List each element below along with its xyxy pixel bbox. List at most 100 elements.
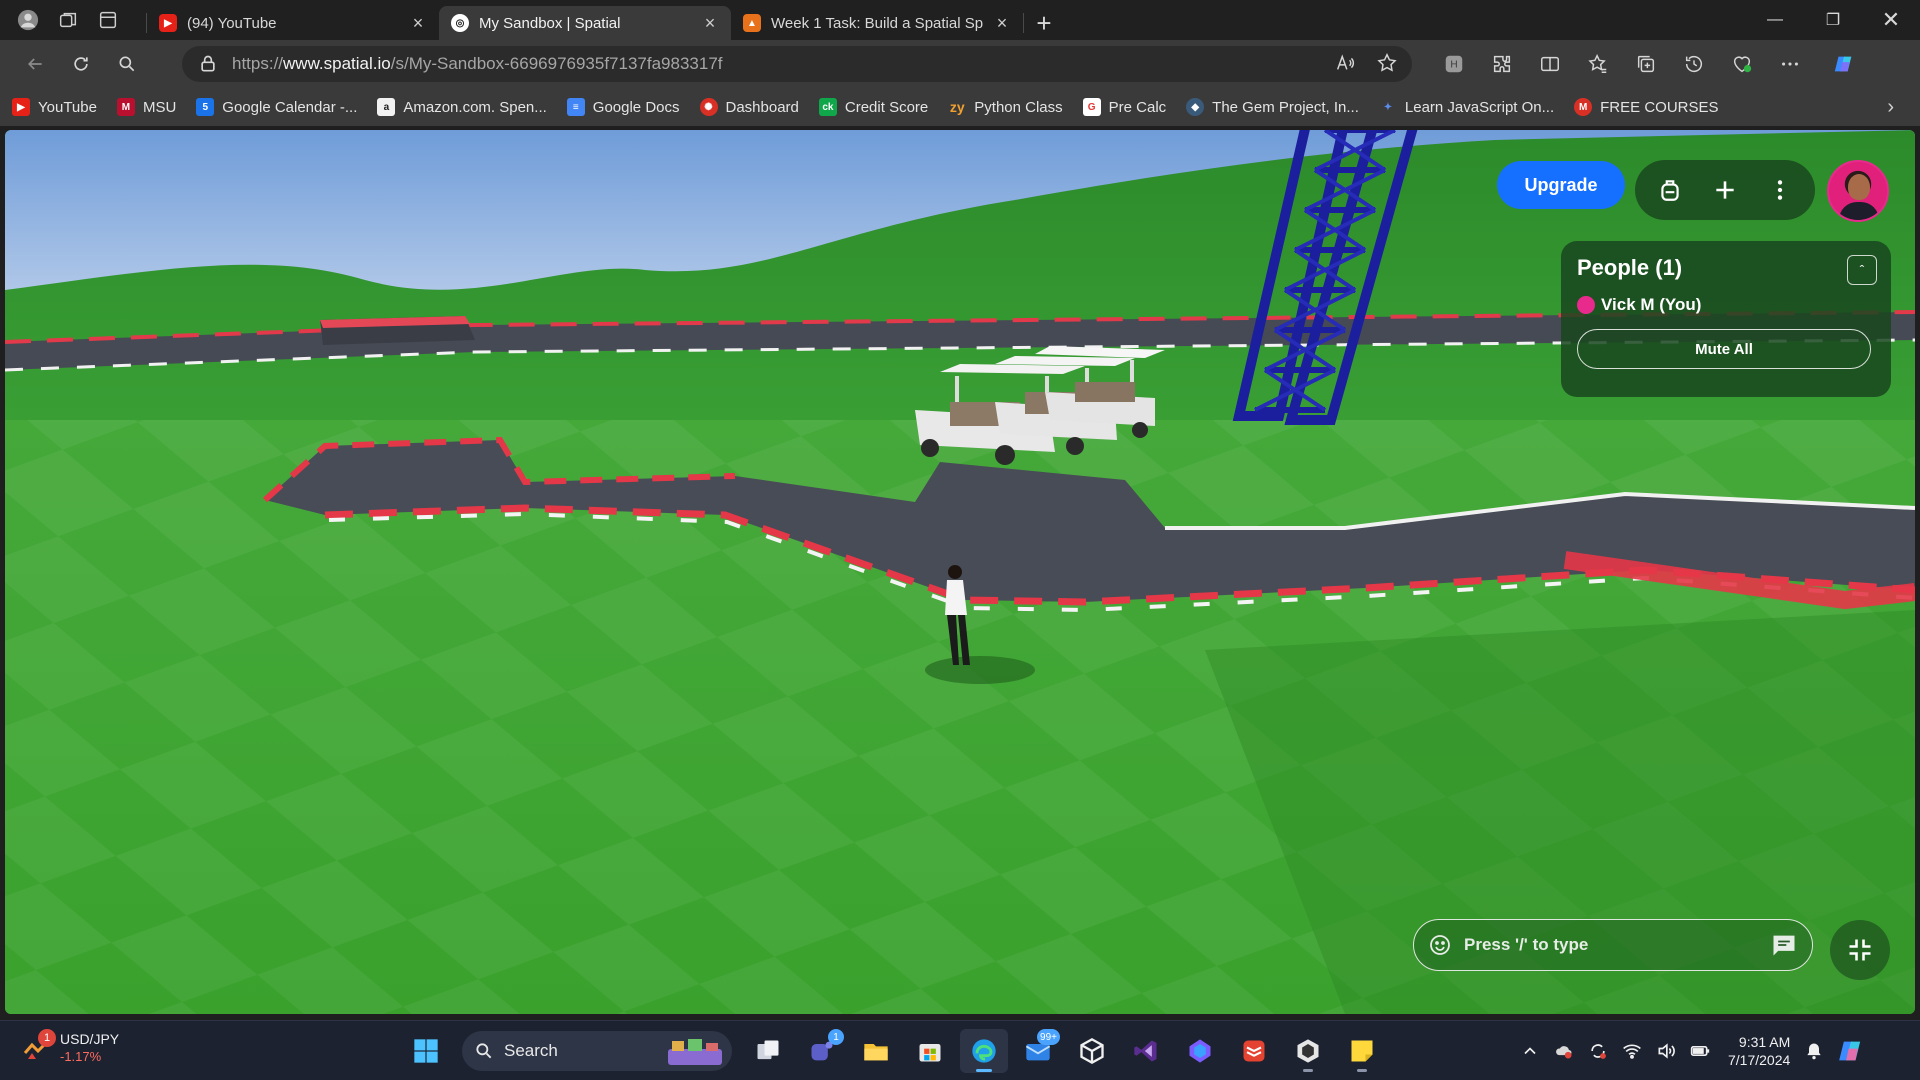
bookmark-google-docs[interactable]: ≡ Google Docs [566, 98, 680, 116]
browser-essentials-icon[interactable] [1718, 44, 1766, 84]
address-bar[interactable]: https://www.spatial.io/s/My-Sandbox-6696… [182, 46, 1412, 82]
bookmark-label: Credit Score [844, 98, 929, 116]
tab-actions-icon[interactable] [88, 0, 128, 40]
bookmark-label: Python Class [974, 98, 1063, 116]
more-options-icon[interactable] [1766, 44, 1814, 84]
read-aloud-icon[interactable] [1334, 52, 1356, 74]
microsoft-store-icon[interactable] [906, 1029, 954, 1073]
add-icon[interactable] [1703, 168, 1747, 212]
exit-fullscreen-button[interactable] [1830, 920, 1890, 980]
teams-icon[interactable]: 1 [798, 1029, 846, 1073]
window-controls: — ❐ ✕ [1746, 0, 1920, 40]
taskbar-search[interactable]: Search [462, 1031, 732, 1071]
bookmark-learn-javascript[interactable]: ✦ Learn JavaScript On... [1379, 98, 1554, 116]
visual-studio-icon[interactable] [1122, 1029, 1170, 1073]
tab-bar: ▶ (94) YouTube × ◎ My Sandbox | Spatial … [0, 0, 1920, 40]
workspaces-icon[interactable] [48, 0, 88, 40]
chevron-right-icon[interactable]: › [1887, 96, 1894, 119]
chat-input[interactable]: Press '/' to type [1413, 919, 1813, 971]
url-path: /s/My-Sandbox-6696976935f7137fa983317f [390, 54, 723, 73]
clock-time: 9:31 AM [1738, 1034, 1791, 1050]
battery-icon[interactable] [1690, 1041, 1710, 1061]
volume-icon[interactable] [1656, 1041, 1676, 1061]
avatar-body [1839, 202, 1879, 220]
bookmark-youtube[interactable]: ▶ YouTube [12, 98, 97, 116]
onedrive-paused-icon[interactable] [1554, 1041, 1574, 1061]
lock-icon[interactable] [198, 54, 218, 74]
favorites-icon[interactable] [1574, 44, 1622, 84]
new-tab-button[interactable]: + [1024, 6, 1064, 40]
close-icon[interactable]: × [409, 13, 427, 34]
profile-icon[interactable] [8, 0, 48, 40]
restore-icon[interactable]: ❐ [1804, 0, 1862, 40]
search-highlight-icon [668, 1039, 722, 1065]
bookmark-msu[interactable]: M MSU [116, 98, 177, 116]
tab-week1-task[interactable]: ▲ Week 1 Task: Build a Spatial Spac × [731, 6, 1023, 40]
task-view-icon[interactable] [744, 1029, 792, 1073]
unity-editor-icon[interactable] [1284, 1029, 1332, 1073]
bookmark-label: Google Calendar -... [222, 98, 358, 116]
widget-badge: 1 [38, 1028, 56, 1047]
tab-title: (94) YouTube [187, 14, 277, 32]
clock[interactable]: 9:31 AM 7/17/2024 [1728, 1033, 1790, 1069]
chat-bubble-icon[interactable] [1770, 931, 1798, 959]
bookmark-dashboard[interactable]: ✺ Dashboard [699, 98, 799, 116]
spatial-3d-viewport[interactable]: Upgrade People (1) ˆ Vick M (You) Mute A… [5, 130, 1915, 1014]
bookmark-label: FREE COURSES [1600, 98, 1719, 116]
bookmark-gem-project[interactable]: ◆ The Gem Project, In... [1186, 98, 1359, 116]
bookmark-free-courses[interactable]: M FREE COURSES [1574, 98, 1719, 116]
dashboard-icon: ✺ [699, 98, 718, 116]
widget-value: -1.17% [60, 1049, 102, 1064]
copilot-app-icon[interactable] [1176, 1029, 1224, 1073]
todoist-icon[interactable] [1230, 1029, 1278, 1073]
bookmark-google-calendar[interactable]: 5 Google Calendar -... [196, 98, 357, 116]
edge-icon[interactable] [960, 1029, 1008, 1073]
stock-widget[interactable]: 1 USD/JPY -1.17% [22, 1028, 119, 1064]
user-avatar[interactable] [1827, 160, 1889, 222]
bookmark-label: MSU [142, 98, 177, 116]
upgrade-button[interactable]: Upgrade [1497, 161, 1625, 209]
sticky-notes-icon[interactable] [1338, 1029, 1386, 1073]
teams-badge: 1 [828, 1029, 844, 1045]
back-button[interactable] [12, 44, 58, 84]
mail-icon[interactable]: 99+ [1014, 1029, 1062, 1073]
running-indicator [1303, 1069, 1313, 1072]
extensions-icon[interactable] [1478, 44, 1526, 84]
history-icon[interactable] [1670, 44, 1718, 84]
tab-youtube[interactable]: ▶ (94) YouTube × [147, 6, 439, 40]
chevron-up-icon[interactable] [1520, 1041, 1540, 1061]
copilot-preview-icon[interactable] [1838, 1037, 1866, 1065]
unity-hub-icon[interactable] [1068, 1029, 1116, 1073]
sync-icon[interactable] [1588, 1041, 1608, 1061]
favorite-star-icon[interactable] [1376, 52, 1398, 74]
wifi-icon[interactable] [1622, 1041, 1642, 1061]
person-item[interactable]: Vick M (You) [1577, 295, 1875, 315]
split-screen-icon[interactable] [1526, 44, 1574, 84]
close-window-icon[interactable]: ✕ [1862, 0, 1920, 40]
refresh-button[interactable] [58, 44, 104, 84]
bookmark-amazon[interactable]: a Amazon.com. Spen... [377, 98, 547, 116]
backpack-icon[interactable] [1648, 168, 1692, 212]
youtube-icon: ▶ [12, 98, 30, 116]
emoji-icon[interactable] [1428, 933, 1452, 957]
bookmark-label: Learn JavaScript On... [1404, 98, 1555, 116]
minimize-icon[interactable]: — [1746, 0, 1804, 40]
tab-spatial[interactable]: ◎ My Sandbox | Spatial × [439, 6, 731, 40]
close-icon[interactable]: × [993, 13, 1011, 34]
copilot-icon[interactable] [1820, 44, 1868, 84]
close-icon[interactable]: × [701, 13, 719, 34]
start-button[interactable] [402, 1029, 450, 1073]
bookmark-pre-calc[interactable]: G Pre Calc [1082, 98, 1166, 116]
youtube-icon: ▶ [159, 14, 177, 32]
bookmark-credit-score[interactable]: ck Credit Score [818, 98, 929, 116]
search-icon[interactable] [104, 44, 150, 84]
collapse-icon[interactable]: ˆ [1847, 255, 1877, 285]
bookmark-python-class[interactable]: zy Python Class [948, 98, 1063, 116]
notification-bell-icon[interactable] [1804, 1041, 1824, 1061]
tab-title: Week 1 Task: Build a Spatial Spac [771, 14, 983, 32]
file-explorer-icon[interactable] [852, 1029, 900, 1073]
collections-icon[interactable] [1622, 44, 1670, 84]
mute-all-button[interactable]: Mute All [1577, 329, 1871, 369]
extension-tab-icon[interactable]: H [1430, 44, 1478, 84]
more-vertical-icon[interactable] [1758, 168, 1802, 212]
